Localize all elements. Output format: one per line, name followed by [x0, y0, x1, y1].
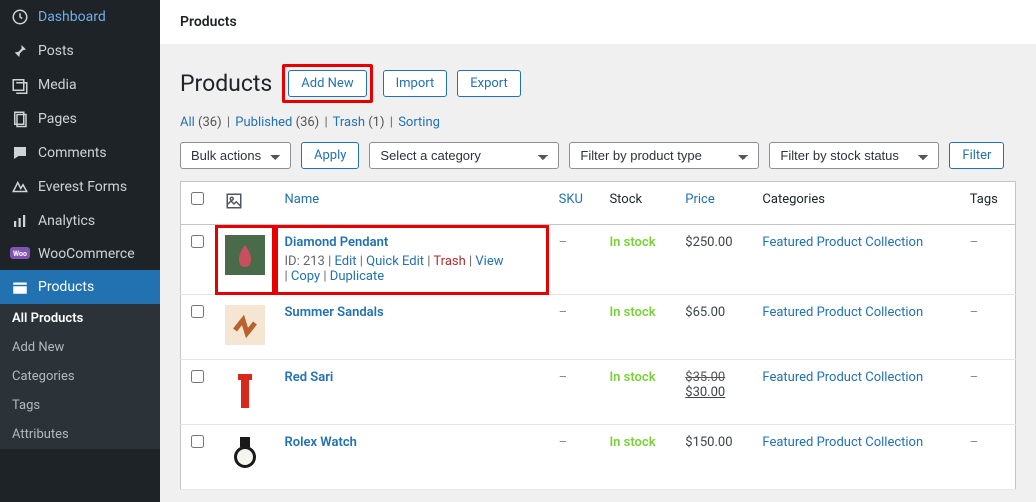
category-link[interactable]: Featured Product Collection: [762, 435, 923, 450]
stock-status: In stock: [609, 235, 655, 250]
duplicate-link[interactable]: Duplicate: [330, 269, 384, 284]
main-content: Products Products Add New Import Export …: [160, 0, 1036, 502]
sidebar-item-posts[interactable]: Posts: [0, 34, 160, 68]
view-link[interactable]: View: [475, 254, 503, 269]
stock-status: In stock: [609, 370, 655, 385]
sku-value: –: [559, 370, 568, 385]
copy-link[interactable]: Copy: [291, 269, 320, 284]
sidebar-item-everest-forms[interactable]: Everest Forms: [0, 170, 160, 204]
highlight-add-new: Add New: [282, 64, 372, 103]
woo-icon: Woo: [10, 247, 30, 261]
product-name-link[interactable]: Red Sari: [285, 370, 334, 385]
page-header: Products Add New Import Export: [180, 64, 1016, 103]
sidebar-item-woocommerce[interactable]: WooWooCommerce: [0, 238, 160, 270]
row-checkbox[interactable]: [191, 235, 204, 248]
col-tags: Tags: [960, 182, 1016, 225]
sku-value: –: [559, 305, 568, 320]
price-value: $35.00$30.00: [675, 360, 752, 425]
edit-link[interactable]: Edit: [334, 254, 356, 269]
filter-trash[interactable]: Trash: [333, 115, 365, 130]
products-icon: [10, 278, 30, 296]
stock-status: In stock: [609, 305, 655, 320]
table-row: Red Sari – In stock $35.00$30.00 Feature…: [181, 360, 1016, 425]
products-table: Name SKU Stock Price Categories Tags Dia…: [180, 181, 1016, 490]
filter-sorting[interactable]: Sorting: [398, 115, 440, 130]
category-link[interactable]: Featured Product Collection: [762, 235, 923, 250]
row-actions: ID: 213 | Edit | Quick Edit | Trash | Vi…: [285, 254, 539, 284]
product-thumbnail[interactable]: [225, 305, 265, 345]
product-name-link[interactable]: Rolex Watch: [285, 435, 357, 450]
category-select[interactable]: Select a category: [369, 142, 559, 169]
product-thumbnail[interactable]: [225, 370, 265, 410]
table-row: Summer Sandals – In stock $65.00 Feature…: [181, 295, 1016, 360]
add-new-button[interactable]: Add New: [288, 70, 366, 97]
col-image[interactable]: [215, 182, 275, 225]
svg-text:Woo: Woo: [13, 250, 27, 258]
product-name-link[interactable]: Diamond Pendant: [285, 235, 389, 250]
sidebar-item-comments[interactable]: Comments: [0, 136, 160, 170]
product-name-link[interactable]: Summer Sandals: [285, 305, 384, 320]
stock-status: In stock: [609, 435, 655, 450]
tags-value: –: [970, 370, 979, 385]
row-checkbox[interactable]: [191, 435, 204, 448]
filter-all[interactable]: All: [180, 115, 195, 130]
sidebar-item-products[interactable]: Products: [0, 270, 160, 304]
row-checkbox[interactable]: [191, 305, 204, 318]
category-link[interactable]: Featured Product Collection: [762, 370, 923, 385]
sidebar-item-media[interactable]: Media: [0, 68, 160, 102]
sidebar-item-analytics[interactable]: Analytics: [0, 204, 160, 238]
price-value: $65.00: [675, 295, 752, 360]
breadcrumb: Products: [160, 0, 1036, 44]
bulk-actions-select[interactable]: Bulk actions: [180, 142, 291, 169]
forms-icon: [10, 178, 30, 196]
row-checkbox[interactable]: [191, 370, 204, 383]
import-button[interactable]: Import: [383, 70, 448, 97]
sku-value: –: [559, 435, 568, 450]
filter-bar: Bulk actions Apply Select a category Fil…: [180, 142, 1016, 169]
sidebar-sub-add-new[interactable]: Add New: [0, 333, 160, 362]
product-thumbnail[interactable]: [225, 235, 265, 275]
table-row: Diamond Pendant ID: 213 | Edit | Quick E…: [181, 225, 1016, 295]
select-all-checkbox[interactable]: [191, 192, 204, 205]
sidebar-sub-categories[interactable]: Categories: [0, 362, 160, 391]
col-name[interactable]: Name: [275, 182, 549, 225]
analytics-icon: [10, 212, 30, 230]
trash-link[interactable]: Trash: [433, 254, 465, 269]
pin-icon: [10, 42, 30, 60]
tags-value: –: [970, 435, 979, 450]
status-filter-links: All (36) | Published (36) | Trash (1) | …: [180, 115, 1016, 130]
price-value: $250.00: [675, 225, 752, 295]
sidebar-sub-tags[interactable]: Tags: [0, 391, 160, 420]
quick-edit-link[interactable]: Quick Edit: [366, 254, 424, 269]
sidebar-item-dashboard[interactable]: Dashboard: [0, 0, 160, 34]
price-value: $150.00: [675, 425, 752, 490]
filter-published[interactable]: Published: [235, 115, 292, 130]
tags-value: –: [970, 235, 979, 250]
export-button[interactable]: Export: [457, 70, 521, 97]
pages-icon: [10, 110, 30, 128]
sidebar-sub-attributes[interactable]: Attributes: [0, 420, 160, 449]
sku-value: –: [559, 235, 568, 250]
sidebar-item-pages[interactable]: Pages: [0, 102, 160, 136]
col-price[interactable]: Price: [675, 182, 752, 225]
col-sku[interactable]: SKU: [549, 182, 600, 225]
media-icon: [10, 76, 30, 94]
product-type-select[interactable]: Filter by product type: [569, 142, 759, 169]
category-link[interactable]: Featured Product Collection: [762, 305, 923, 320]
tags-value: –: [970, 305, 979, 320]
stock-status-select[interactable]: Filter by stock status: [769, 142, 939, 169]
image-icon: [225, 192, 243, 210]
sidebar-sub-all-products[interactable]: All Products: [0, 304, 160, 333]
col-categories: Categories: [752, 182, 959, 225]
page-title: Products: [180, 70, 272, 97]
table-row: Rolex Watch – In stock $150.00 Featured …: [181, 425, 1016, 490]
apply-button[interactable]: Apply: [301, 142, 359, 169]
dashboard-icon: [10, 8, 30, 26]
admin-sidebar: Dashboard Posts Media Pages Comments Eve…: [0, 0, 160, 502]
col-stock: Stock: [599, 182, 675, 225]
comments-icon: [10, 144, 30, 162]
product-thumbnail[interactable]: [225, 435, 265, 475]
filter-button[interactable]: Filter: [949, 142, 1004, 169]
